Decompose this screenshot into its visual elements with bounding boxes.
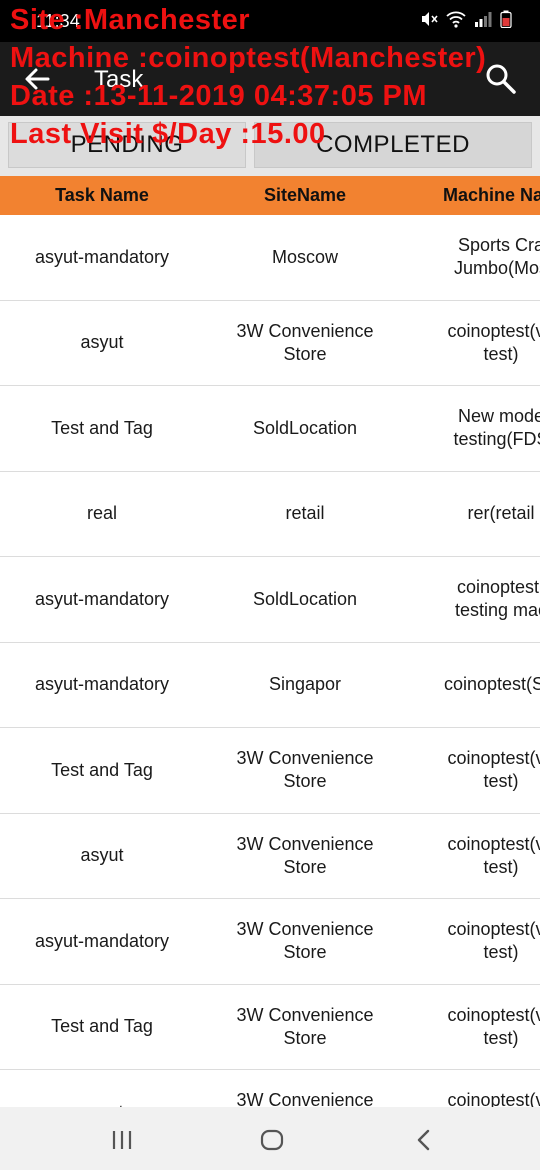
machine-name-cell: coinoptest(ve test) (447, 320, 540, 364)
table-row[interactable]: asyut 3W Convenience Store coinoptest(ve… (0, 1070, 540, 1107)
site-name-cell: Moscow (271, 246, 338, 267)
column-header-machine-name: Machine Na (443, 185, 540, 205)
search-icon[interactable] (484, 62, 518, 96)
task-name-cell: asyut-mandatory (34, 588, 170, 609)
status-bar: 11:34 (0, 0, 540, 42)
status-icons (420, 10, 512, 28)
task-name-cell: asyut (80, 332, 124, 353)
back-icon[interactable] (409, 1125, 439, 1155)
machine-name-cell: coinoptest(ve test) (447, 748, 540, 792)
back-arrow-icon[interactable] (22, 64, 52, 94)
table-row[interactable]: asyut 3W Convenience Store coinoptest(ve… (0, 814, 540, 899)
task-name-cell: asyut-mandatory (34, 246, 170, 267)
battery-icon (500, 10, 512, 28)
task-name-cell: asyut-mandatory (34, 930, 170, 951)
task-name-cell: Test and Tag (51, 417, 153, 438)
table-row[interactable]: Test and Tag SoldLocation New mode testi… (0, 386, 540, 472)
page-title: Task (94, 66, 144, 93)
site-name-cell: 3W Convenience Store (236, 919, 374, 963)
table-row[interactable]: Test and Tag 3W Convenience Store coinop… (0, 728, 540, 814)
site-name-cell: 3W Convenience Store (236, 748, 374, 792)
task-table[interactable]: asyut-mandatory Moscow Sports Cra Jumbo(… (0, 215, 540, 1107)
column-header-site-name: SiteName (263, 185, 347, 205)
task-name-cell: Test and Tag (51, 759, 153, 780)
mute-icon (420, 10, 438, 28)
table-row[interactable]: asyut-mandatory 3W Convenience Store coi… (0, 899, 540, 985)
tab-completed[interactable]: COMPLETED (254, 122, 532, 168)
task-name-cell: asyut (80, 845, 124, 866)
task-name-cell: Test and Tag (51, 1016, 153, 1037)
tab-bar: PENDING COMPLETED (0, 116, 540, 176)
app-bar: Task (0, 42, 540, 116)
table-row[interactable]: real retail rer(retail (0, 472, 540, 557)
table-header: Task Name SiteName Machine Na (0, 176, 540, 215)
table-row[interactable]: Test and Tag 3W Convenience Store coinop… (0, 985, 540, 1070)
machine-name-cell: coinoptest( testing mac (454, 577, 540, 621)
machine-name-cell: coinoptest(ve test) (447, 833, 540, 877)
site-name-cell: SoldLocation (252, 588, 358, 609)
task-name-cell: asyut-mandatory (34, 674, 170, 695)
site-name-cell: SoldLocation (252, 417, 358, 438)
machine-name-cell: rer(retail (467, 503, 535, 524)
table-row[interactable]: asyut-mandatory Moscow Sports Cra Jumbo(… (0, 215, 540, 301)
site-name-cell: retail (285, 503, 325, 524)
task-name-cell: real (86, 503, 117, 524)
site-name-cell: 3W Convenience Store (236, 1004, 374, 1048)
table-row[interactable]: asyut-mandatory Singapor coinoptest(Sin (0, 643, 540, 728)
column-header-task-name: Task Name (55, 185, 149, 205)
site-name-cell: 3W Convenience Store (236, 320, 374, 364)
machine-name-cell: coinoptest(ve test) (447, 1004, 540, 1048)
site-name-cell: 3W Convenience Store (236, 833, 374, 877)
table-row[interactable]: asyut 3W Convenience Store coinoptest(ve… (0, 301, 540, 386)
machine-name-cell: coinoptest(ve test) (447, 1090, 540, 1107)
system-nav-bar (0, 1107, 540, 1170)
tab-pending[interactable]: PENDING (8, 122, 246, 168)
machine-name-cell: coinoptest(ve test) (447, 919, 540, 963)
machine-name-cell: coinoptest(Sin (443, 674, 540, 695)
machine-name-cell: New mode testing(FDS (453, 406, 540, 450)
signal-icon (474, 10, 492, 28)
home-icon[interactable] (257, 1125, 287, 1155)
machine-name-cell: Sports Cra Jumbo(Mos (453, 235, 540, 279)
site-name-cell: Singapor (268, 674, 342, 695)
site-name-cell: 3W Convenience Store (236, 1090, 374, 1107)
recents-icon[interactable] (107, 1125, 137, 1155)
table-row[interactable]: asyut-mandatory SoldLocation coinoptest(… (0, 557, 540, 643)
wifi-icon (446, 10, 466, 28)
status-time: 11:34 (36, 11, 80, 31)
task-name-cell: asyut (0, 1070, 204, 1107)
